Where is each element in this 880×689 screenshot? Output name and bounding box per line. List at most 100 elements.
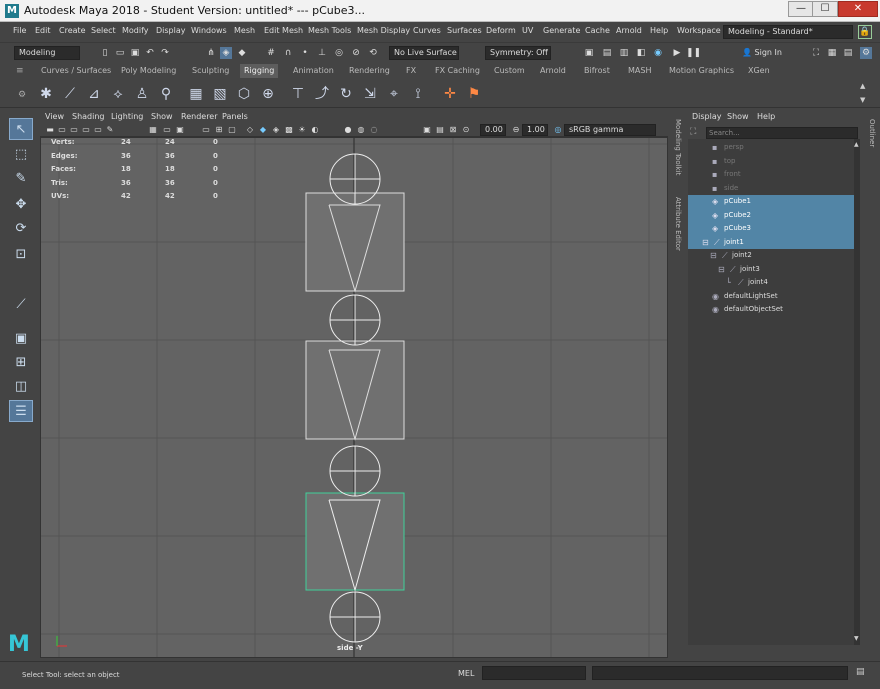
quick-rig-icon[interactable]: ⟡ [108,84,128,104]
wireframe-on-shaded-icon[interactable]: ◈ [270,124,282,136]
wireframe-icon[interactable]: ◇ [244,124,256,136]
single-perspective-layout-icon[interactable]: ▣ [9,328,33,350]
cluster-icon[interactable]: ⊕ [258,84,278,104]
viewport-menu-view[interactable]: View [45,112,64,121]
four-view-layout-icon[interactable]: ⊞ [9,352,33,374]
safe-action-icon[interactable]: ▢ [226,124,238,136]
outliner-item-top[interactable]: ▪ top [688,155,854,169]
outliner-item-joint4[interactable]: └ ⟋ joint4 [688,276,854,290]
anti-aliasing-icon[interactable]: ◌ [368,124,380,136]
viewport-menu-panels[interactable]: Panels [222,112,248,121]
cube-pcube1[interactable] [305,192,405,293]
outliner-item-pcube3[interactable]: ◈ pCube3 [688,222,854,236]
rotate-tool-icon[interactable]: ⟳ [9,218,33,240]
gamma-icon[interactable]: ⊖ [510,124,522,136]
menu-set-dropdown[interactable]: Modeling [14,46,80,60]
shelf-tab-sculpting[interactable]: Sculpting [188,64,233,78]
outliner-item-joint3[interactable]: ⊟ ⟋ joint3 [688,263,854,277]
outliner-layout-icon[interactable]: ☰ [9,400,33,422]
scale-constraint-icon[interactable]: ⇲ [360,84,380,104]
film-gate-icon[interactable]: ▭ [161,124,173,136]
viewport-side[interactable]: Verts: 24 24 0 Edges: 36 36 0 Faces: 18 18 0 Tris… [40,137,668,658]
outliner-item-front[interactable]: ▪ front [688,168,854,182]
ambient-occlusion-icon[interactable]: ● [342,124,354,136]
outliner-search-input[interactable]: Search... [706,127,858,139]
tab-attribute-editor[interactable]: Attribute Editor [674,197,682,251]
snap-live-icon[interactable]: ⊘ [350,47,362,59]
menu-edit-mesh[interactable]: Edit Mesh [264,26,303,35]
shelf-tab-custom[interactable]: Custom [490,64,529,78]
smooth-shade-icon[interactable]: ◆ [257,124,269,136]
collapse-icon[interactable]: ⊟ [710,249,717,263]
live-surface-field[interactable]: No Live Surface [389,46,459,60]
scale-tool-icon[interactable]: ⊡ [9,244,33,266]
history-icon[interactable]: ⟲ [367,47,379,59]
lasso-tool-icon[interactable]: ⬚ [9,144,33,166]
set-driven-key-icon[interactable]: ⚑ [464,84,484,104]
motion-blur-icon[interactable]: ◍ [355,124,367,136]
gamma-field[interactable]: 1.00 [522,124,548,136]
snap-point-icon[interactable]: • [299,47,311,59]
xray-icon[interactable]: ▤ [434,124,446,136]
xray-joints-icon[interactable]: ⊠ [447,124,459,136]
viewport-menu-show[interactable]: Show [151,112,173,121]
menu-arnold[interactable]: Arnold [616,26,642,35]
cube-pcube2[interactable] [305,340,405,441]
channel-box-icon[interactable]: ▦ [826,47,838,59]
lattice-icon[interactable]: ⬡ [234,84,254,104]
shelf-tab-curves-surfaces[interactable]: Curves / Surfaces [37,64,115,78]
outliner-item-default-object-set[interactable]: ◉ defaultObjectSet [688,303,854,317]
menu-mesh-tools[interactable]: Mesh Tools [308,26,351,35]
open-scene-icon[interactable]: ▭ [114,47,126,59]
snap-grid-icon[interactable]: # [265,47,277,59]
minimize-button[interactable]: — [788,1,814,17]
maximize-button[interactable]: ☐ [812,1,838,17]
isolate-select-icon[interactable]: ▣ [421,124,433,136]
outliner-item-joint2[interactable]: ⊟ ⟋ joint2 [688,249,854,263]
scroll-down-icon[interactable]: ▼ [854,635,859,642]
close-button[interactable]: ✕ [838,1,878,17]
mel-command-input[interactable] [482,666,586,680]
shelf-scroll-down-icon[interactable]: ▼ [860,96,865,104]
symmetry-dropdown[interactable]: Symmetry: Off [485,46,551,60]
lock-icon[interactable]: 🔒 [858,25,872,39]
shelf-tab-fx[interactable]: FX [402,64,420,78]
menu-curves[interactable]: Curves [413,26,441,35]
shadows-icon[interactable]: ◐ [309,124,321,136]
shelf-tab-xgen[interactable]: XGen [744,64,774,78]
exposure-icon[interactable]: ⊙ [460,124,472,136]
outliner-filter-icon[interactable]: ⛶ [690,127,696,137]
create-joints-icon[interactable]: ✱ [36,84,56,104]
move-tool-icon[interactable]: ✥ [9,194,33,216]
shelf-scroll-up-icon[interactable]: ▲ [860,82,865,90]
pole-vector-icon[interactable]: ⟟ [408,84,428,104]
shelf-settings-icon[interactable]: ⚙ [18,90,26,100]
outliner-item-pcube1[interactable]: ◈ pCube1 [688,195,854,209]
collapse-icon[interactable]: ⊟ [702,236,709,250]
menu-cache[interactable]: Cache [585,26,610,35]
tab-outliner[interactable]: Outliner [868,119,876,147]
color-space-dropdown[interactable]: sRGB gamma [564,124,656,136]
menu-deform[interactable]: Deform [486,26,516,35]
menu-select[interactable]: Select [91,26,116,35]
pause-icon[interactable]: ❚❚ [686,47,701,59]
locator-icon[interactable]: ✛ [440,84,460,104]
outliner-scrollbar[interactable]: ▲ ▼ [854,139,860,645]
modeling-toolkit-icon[interactable]: ⛶ [810,47,822,59]
grease-pencil-icon[interactable]: ✎ [104,124,116,136]
undo-icon[interactable]: ↶ [144,47,156,59]
exposure-field[interactable]: 0.00 [480,124,506,136]
viewport-menu-lighting[interactable]: Lighting [111,112,143,121]
skeleton-icon[interactable]: ⚲ [156,84,176,104]
attribute-editor-icon[interactable]: ▤ [842,47,854,59]
menu-surfaces[interactable]: Surfaces [447,26,482,35]
color-management-icon[interactable]: ◎ [552,124,564,136]
shelf-tab-mash[interactable]: MASH [624,64,655,78]
save-scene-icon[interactable]: ▣ [129,47,141,59]
outliner-item-persp[interactable]: ▪ persp [688,141,854,155]
arnold-render-icon[interactable]: ▶ [671,47,683,59]
bookmark-icon[interactable]: ▭ [68,124,80,136]
script-editor-icon[interactable]: ▤ [856,667,865,677]
menu-edit[interactable]: Edit [35,26,51,35]
viewport-menu-shading[interactable]: Shading [72,112,105,121]
